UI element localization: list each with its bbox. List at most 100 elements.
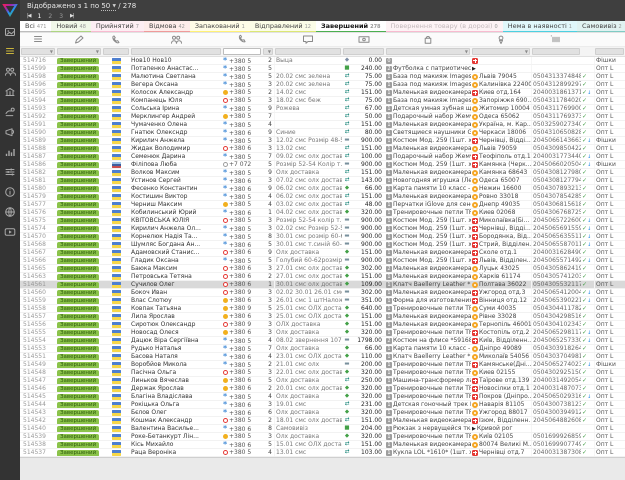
tab-packed[interactable]: Запакований1	[190, 21, 250, 33]
filter-box[interactable]: ▼	[263, 48, 273, 55]
sidebar-item-megaphone-icon[interactable]	[4, 126, 16, 138]
column-header-orders-icon[interactable]	[20, 33, 56, 46]
column-header-customers-icon[interactable]	[130, 33, 222, 46]
filter-box[interactable]	[532, 48, 580, 55]
table-row[interactable]: 514551ЗавершенийБасова Наталя*+380 6423.…	[20, 353, 625, 361]
table-row[interactable]: 514565ЗавершенийБаюка Максим+380 6327.01…	[20, 265, 625, 273]
tab-out-of-stock[interactable]: Нема в наявності1	[503, 21, 577, 33]
column-header-tracking-icon[interactable]	[531, 33, 581, 46]
table-row[interactable]: 514579ЗавершенийКостишин Виктор*+380 540…	[20, 193, 625, 201]
filter-box[interactable]: ▼	[57, 48, 101, 55]
table-row[interactable]: 514549ЗавершенийВоробйов Микола*+380 522…	[20, 361, 625, 369]
table-row[interactable]: 514560ЗавершенийБокоч Иван+380 9302.02 3…	[20, 289, 625, 297]
column-header-phone-icon[interactable]	[222, 33, 262, 46]
column-header-comment-icon[interactable]	[274, 33, 342, 46]
table-row[interactable]: 514539ЗавершенийРоке-Бетанкурт Лін...+38…	[20, 433, 625, 441]
table-row[interactable]: 514544ЗавершенийРокіцька Ольга*+380 6319…	[20, 401, 625, 409]
tab-declined[interactable]: Відмова42	[144, 21, 190, 33]
tab-all[interactable]: Всі471	[20, 21, 51, 33]
tab-new[interactable]: Новий48	[51, 21, 91, 33]
column-header-status-icon[interactable]	[56, 33, 102, 46]
pagination-first-button[interactable]: |◀	[27, 12, 31, 21]
table-row[interactable]: 514570ЗавершенийКорнелюк Надія Та...*+38…	[20, 233, 625, 241]
table-row[interactable]: 514558ЗавершенийКовпак Татьяна+380 9525.…	[20, 305, 625, 313]
pagination-last-button[interactable]: ▶|	[70, 12, 74, 21]
table-row[interactable]: 514574ЗавершенийКирилич Анжела Ол...*+38…	[20, 225, 625, 233]
tab-shipped[interactable]: Відправлений12	[250, 21, 316, 33]
filter-box[interactable]	[275, 48, 341, 55]
table-row[interactable]: 514588ЗавершенийЖидак Володимир+380 6313…	[20, 145, 625, 153]
page-size-dropdown[interactable]: 50 ▼	[101, 2, 116, 11]
table-row[interactable]: 514596ЗавершенийВегера Оксана*+380 5320.…	[20, 81, 625, 89]
filter-box[interactable]	[595, 48, 624, 55]
table-row[interactable]: 514581ЗавершенийУстинов Сергей*+380 6307…	[20, 177, 625, 185]
table-row[interactable]: 514568ЗавершенийШумляс Богдана Ан...*+38…	[20, 241, 625, 249]
table-row[interactable]: 514576ЗавершенийКобилинський Юрий*+380 6…	[20, 209, 625, 217]
filter-box[interactable]: ▼	[472, 48, 530, 55]
sidebar-item-video-icon[interactable]	[4, 226, 16, 238]
table-row[interactable]: 514561ЗавершенийСучилов Олег+380 6130.01…	[20, 281, 625, 289]
filter-box[interactable]: ▼	[21, 48, 55, 55]
sidebar-item-bank-icon[interactable]	[4, 86, 16, 98]
table-row[interactable]: 514566ЗавершенийГладик Оксана*+380 55Гол…	[20, 257, 625, 265]
sidebar-item-hand-icon[interactable]	[4, 106, 16, 118]
sidebar-item-chart-icon[interactable]	[4, 146, 16, 158]
filter-box[interactable]: ▼	[386, 48, 470, 55]
column-header-payment-icon[interactable]	[342, 33, 385, 46]
table-row[interactable]: 514554ЗавершенийДацюк Віра Сергіївна*+38…	[20, 337, 625, 345]
table-row[interactable]: 514563ЗавершенийПетровська Тетяна+380 62…	[20, 273, 625, 281]
column-header-product-icon[interactable]	[385, 33, 471, 46]
table-row[interactable]: 514555ЗавершенийНовосад Олеся+380 63Олх …	[20, 329, 625, 337]
column-header-call-icon[interactable]	[102, 33, 130, 46]
table-row[interactable]: 514598ЗавершенийМалютина Светлана*+380 5…	[20, 73, 625, 81]
table-row[interactable]: 514590ЗавершенийГнатюк Олексндр*+380 69С…	[20, 129, 625, 137]
table-row[interactable]: 514553ЗавершенийРудько Наталья*+380 57Ол…	[20, 345, 625, 353]
table-row[interactable]: 514542ЗавершенийКошмак Александр+380 521…	[20, 417, 625, 425]
table-row[interactable]: 514592ЗавершенийМерклингер Андрей+380 57…	[20, 113, 625, 121]
sidebar-item-orders-icon[interactable]	[4, 46, 16, 58]
flag-ukraine-icon	[112, 290, 121, 296]
sidebar-item-globe-icon[interactable]	[4, 206, 16, 218]
table-row[interactable]: 514591ЗавершенийЧумаченко Олена*+380 54⇄…	[20, 121, 625, 129]
pagination-page-1[interactable]: 1	[38, 12, 42, 21]
table-row[interactable]: 514587ЗавершенийСеменюк Дарина*+380 5709…	[20, 153, 625, 161]
column-header-address-icon[interactable]	[471, 33, 531, 46]
table-row[interactable]: 514546ЗавершенийДержак Ярослав+380 6220.…	[20, 385, 625, 393]
table-row[interactable]: 514538ЗавершенийКісь Михайло*+380 6515.0…	[20, 441, 625, 449]
table-row[interactable]: 514594ЗавершенийКомпанець Юля+380 5318.0…	[20, 97, 625, 105]
filter-box[interactable]	[103, 48, 129, 55]
pagination-page-2[interactable]: 2	[48, 12, 52, 21]
table-row[interactable]: 514577ЗавершенийЧерниш Максим+380 5403.0…	[20, 201, 625, 209]
table-row[interactable]: 514599ЗавершенийПотапенко Анастас...*+38…	[20, 65, 625, 73]
table-row[interactable]: 514556ЗавершенийСиротюк Олександр+380 93…	[20, 321, 625, 329]
table-row[interactable]: 514543ЗавершенийБєлов Олег*+380 66Олх до…	[20, 409, 625, 417]
table-row[interactable]: 514557ЗавершенийЛила Ярослав+380 6325.01…	[20, 313, 625, 321]
table-row[interactable]: 514545ЗавершенийБлагіна Владіслава*+380 …	[20, 393, 625, 401]
table-row[interactable]: 514548ЗавершенийПасічна Ольга+380 5322.0…	[20, 369, 625, 377]
table-row[interactable]: 514716ЗавершенийНов10 Нов10*+380 52Выца◆…	[20, 57, 625, 65]
sidebar-item-info-icon[interactable]	[4, 186, 16, 198]
tab-pickup[interactable]: Самовивіз2	[577, 21, 625, 33]
pagination-page-3[interactable]: 3	[59, 12, 63, 21]
tab-return[interactable]: Повернення товару (в дорозі)0	[386, 21, 503, 33]
tab-accepted[interactable]: Прийнятий7	[91, 21, 144, 33]
table-row[interactable]: 514547ЗавершенийЛиньков Вячеслав+380 65О…	[20, 377, 625, 385]
table-row[interactable]: 514559ЗавершенийВлас Слотюу+380 6326.01 …	[20, 297, 625, 305]
table-row[interactable]: 514537ЗавершенийРаца Вероніка+380 5413.0…	[20, 449, 625, 457]
table-row[interactable]: 514593ЗавершенийСольська Ірина*+380 59Ро…	[20, 105, 625, 113]
table-row[interactable]: 514580ЗавершенийФесенко Константин*+380 …	[20, 185, 625, 193]
table-row[interactable]: 514595ЗавершенийКолосок Александр+380 52…	[20, 89, 625, 97]
sidebar-item-image-icon[interactable]	[4, 26, 16, 38]
sidebar-item-sliders-icon[interactable]	[4, 166, 16, 178]
filter-input[interactable]	[223, 48, 261, 55]
table-row[interactable]: 514575ЗавершенийКВІТОВСЬКА ЮЛІЯ+380 53Ро…	[20, 217, 625, 225]
table-row[interactable]: 514540ЗавершенийВалентина Василье...*+38…	[20, 425, 625, 433]
table-row[interactable]: 514586ЗавершенийФіліпова Люба+7 0725Розм…	[20, 161, 625, 169]
sidebar-item-customers-icon[interactable]	[4, 66, 16, 78]
table-row[interactable]: 514589ЗавершенийКирилич Анжела*+380 5312…	[20, 137, 625, 145]
table-row[interactable]: 514582ЗавершенийВолков Максим*+380 59Олх…	[20, 169, 625, 177]
tab-completed[interactable]: Завершений278	[316, 21, 386, 33]
filter-box[interactable]	[343, 48, 384, 55]
filter-box[interactable]	[131, 48, 221, 55]
table-row[interactable]: 514567ЗавершенийАдамовский Станис...+380…	[20, 249, 625, 257]
